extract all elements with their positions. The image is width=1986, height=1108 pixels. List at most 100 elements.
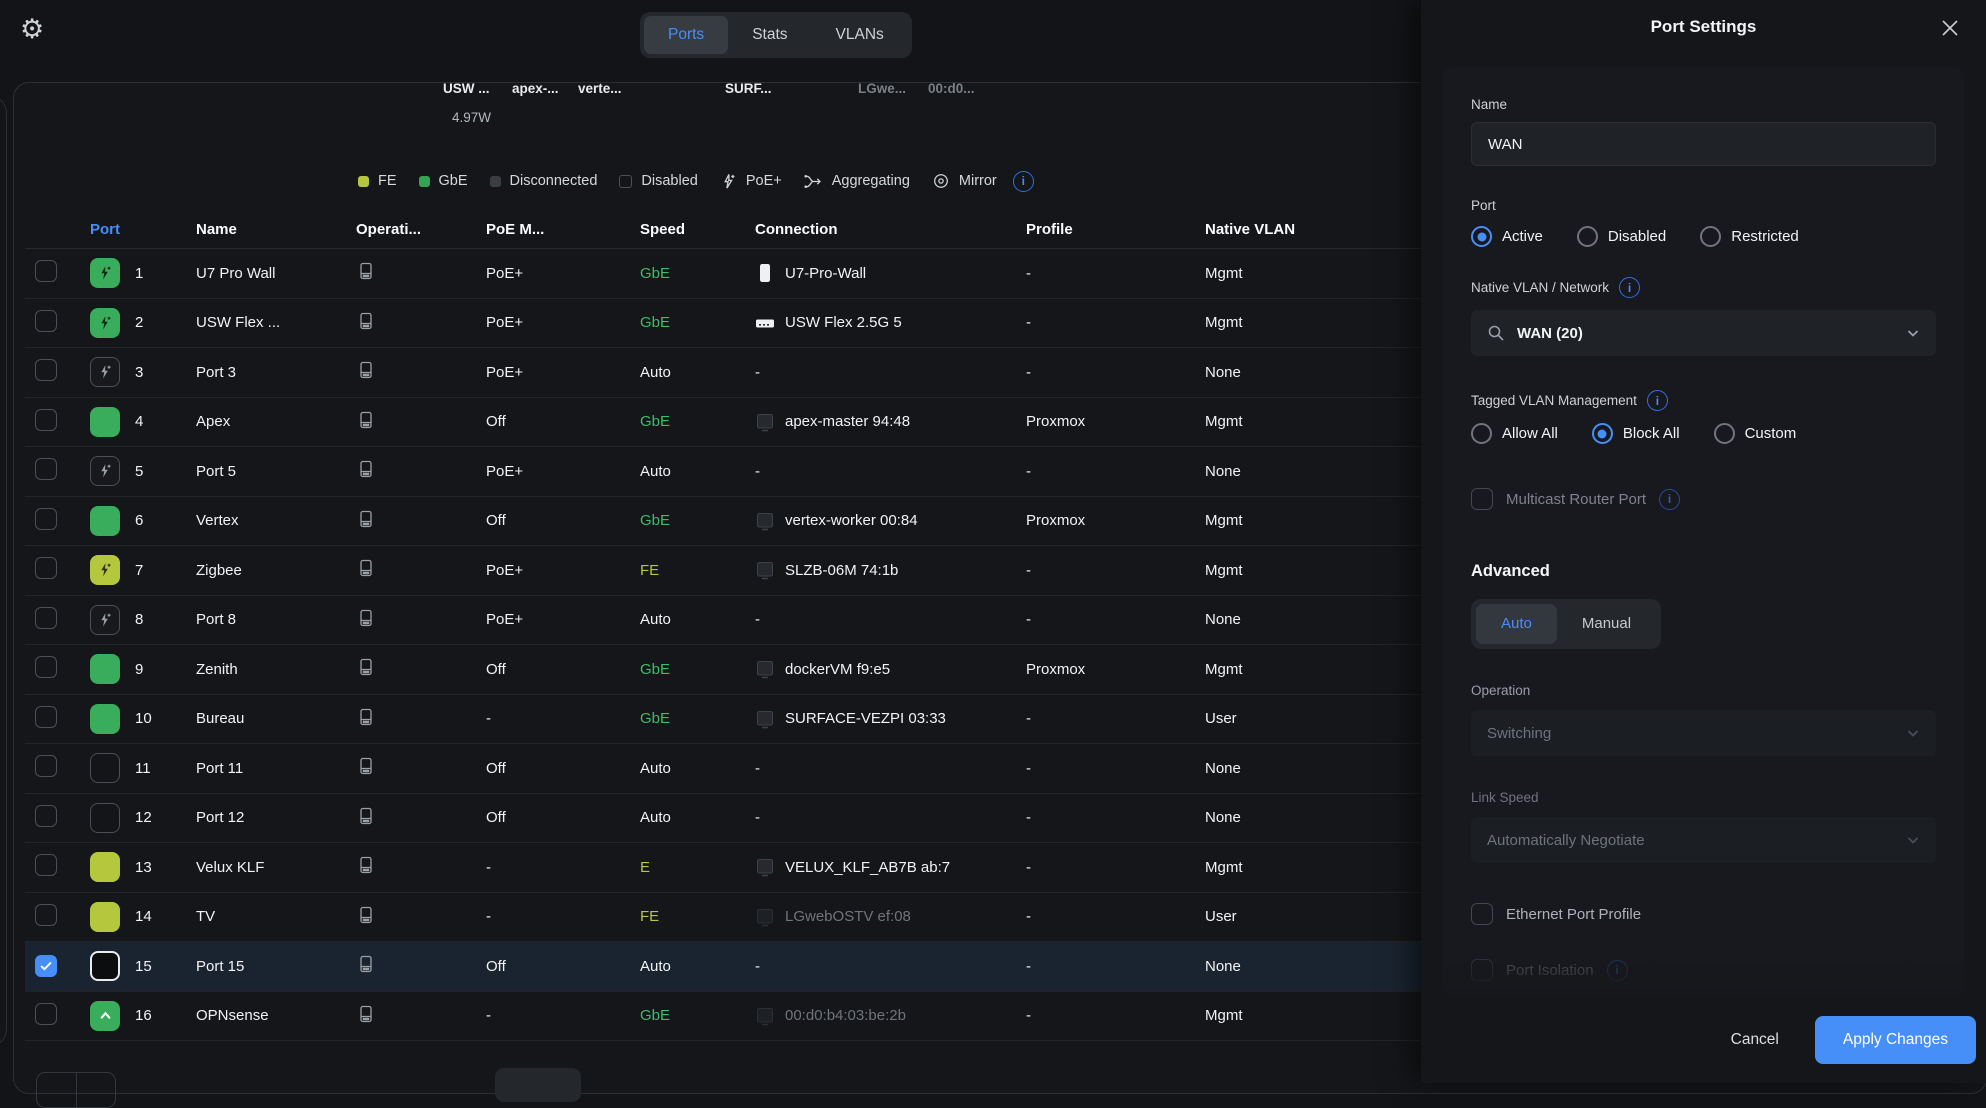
row-checkbox[interactable]: [35, 706, 57, 728]
port-isolation-info-icon[interactable]: i: [1607, 960, 1628, 981]
row-checkbox[interactable]: [35, 1003, 57, 1025]
tagged-vlan-info-icon[interactable]: i: [1647, 390, 1668, 411]
link-speed-select[interactable]: Automatically Negotiate: [1471, 817, 1936, 863]
col-header-poe[interactable]: PoE M...: [476, 221, 630, 238]
native-vlan-select[interactable]: WAN (20): [1471, 310, 1936, 356]
settings-gear-icon[interactable]: ⚙: [20, 14, 44, 45]
close-icon[interactable]: [1938, 16, 1962, 40]
row-checkbox[interactable]: [35, 359, 57, 381]
switching-device-icon: [356, 311, 376, 331]
port-profile: -: [1016, 958, 1195, 975]
row-checkbox[interactable]: [35, 805, 57, 827]
tab-ports[interactable]: Ports: [644, 16, 728, 54]
mode-manual-segment[interactable]: Manual: [1557, 604, 1656, 644]
port-status-icon: [90, 555, 120, 585]
row-checkbox[interactable]: [35, 656, 57, 678]
port-name: Port 11: [186, 760, 346, 777]
row-checkbox[interactable]: [35, 557, 57, 579]
pagination-buttons[interactable]: [36, 1072, 116, 1108]
legend-info-icon[interactable]: i: [1013, 171, 1034, 192]
connected-device-icon: [755, 1006, 775, 1026]
auto-manual-toggle: AutoManual: [1471, 599, 1661, 649]
radio-label: Disabled: [1608, 228, 1666, 245]
poe-mode: PoE+: [476, 611, 630, 628]
connection-cell: -: [745, 463, 1016, 480]
table-row[interactable]: 6 Vertex Off GbE vertex-worker 00:84 Pro…: [25, 497, 1421, 547]
tab-vlans[interactable]: VLANs: [812, 16, 908, 54]
table-row[interactable]: 3 Port 3 PoE+ Auto - - None: [25, 348, 1421, 398]
col-header-operation[interactable]: Operati...: [346, 221, 476, 238]
col-header-native-vlan[interactable]: Native VLAN: [1195, 221, 1421, 238]
col-header-port[interactable]: Port: [78, 221, 186, 238]
port-state-radio-group: Active Disabled Restricted: [1471, 226, 1936, 247]
row-checkbox[interactable]: [35, 260, 57, 282]
col-header-connection[interactable]: Connection: [745, 221, 1016, 238]
port-status-icon: [90, 902, 120, 932]
connection-cell: LGwebOSTV ef:08: [745, 907, 1016, 927]
mode-auto-segment[interactable]: Auto: [1476, 604, 1557, 644]
row-checkbox[interactable]: [35, 607, 57, 629]
row-checkbox[interactable]: [35, 508, 57, 530]
apply-changes-button[interactable]: Apply Changes: [1815, 1016, 1976, 1064]
multicast-checkbox[interactable]: [1471, 488, 1493, 510]
col-header-speed[interactable]: Speed: [630, 221, 745, 238]
table-row[interactable]: 5 Port 5 PoE+ Auto - - None: [25, 447, 1421, 497]
link-speed: GbE: [630, 661, 745, 678]
poe-mode: Off: [476, 809, 630, 826]
port-number: 4: [135, 413, 143, 430]
table-row[interactable]: 15 Port 15 Off Auto - - None: [25, 942, 1421, 992]
native-vlan-value: Mgmt: [1195, 859, 1421, 876]
legend-square-icon: [490, 176, 501, 187]
table-row[interactable]: 11 Port 11 Off Auto - - None: [25, 744, 1421, 794]
ethernet-profile-checkbox[interactable]: [1471, 903, 1493, 925]
table-row[interactable]: 8 Port 8 PoE+ Auto - - None: [25, 596, 1421, 646]
operation-select[interactable]: Switching: [1471, 710, 1936, 756]
table-row[interactable]: 13 Velux KLF - E VELUX_KLF_AB7B ab:7 - M…: [25, 843, 1421, 893]
tagged-vlan-allow-all-radio[interactable]: Allow All: [1471, 423, 1558, 444]
table-row[interactable]: 14 TV - FE LGwebOSTV ef:08 - User: [25, 893, 1421, 943]
port-state-restricted-radio[interactable]: Restricted: [1700, 226, 1799, 247]
port-profile: -: [1016, 710, 1195, 727]
port-status-icon: [90, 654, 120, 684]
pagination-pill[interactable]: [495, 1068, 581, 1102]
table-row[interactable]: 9 Zenith Off GbE dockerVM f9:e5 Proxmox …: [25, 645, 1421, 695]
tab-stats[interactable]: Stats: [728, 16, 811, 54]
row-checkbox[interactable]: [35, 854, 57, 876]
table-row[interactable]: 4 Apex Off GbE apex-master 94:48 Proxmox…: [25, 398, 1421, 448]
tagged-vlan-block-all-radio[interactable]: Block All: [1592, 423, 1680, 444]
native-vlan-info-icon[interactable]: i: [1619, 277, 1640, 298]
poe-mode: PoE+: [476, 463, 630, 480]
radio-label: Block All: [1623, 425, 1680, 442]
table-row[interactable]: 16 OPNsense - GbE 00:d0:b4:03:be:2b - Mg…: [25, 992, 1421, 1042]
view-tabs: PortsStatsVLANs: [640, 12, 912, 58]
col-header-profile[interactable]: Profile: [1016, 221, 1195, 238]
port-profile: Proxmox: [1016, 512, 1195, 529]
row-checkbox[interactable]: [35, 904, 57, 926]
switching-device-icon: [356, 806, 376, 826]
tagged-vlan-custom-radio[interactable]: Custom: [1714, 423, 1797, 444]
col-header-name[interactable]: Name: [186, 221, 346, 238]
row-checkbox[interactable]: [35, 955, 57, 977]
link-speed: Auto: [630, 760, 745, 777]
table-row[interactable]: 7 Zigbee PoE+ FE SLZB-06M 74:1b - Mgmt: [25, 546, 1421, 596]
row-checkbox[interactable]: [35, 409, 57, 431]
row-checkbox[interactable]: [35, 755, 57, 777]
port-name: Port 5: [186, 463, 346, 480]
link-speed: Auto: [630, 463, 745, 480]
cancel-button[interactable]: Cancel: [1731, 1031, 1779, 1049]
table-row[interactable]: 12 Port 12 Off Auto - - None: [25, 794, 1421, 844]
port-state-active-radio[interactable]: Active: [1471, 226, 1543, 247]
table-row[interactable]: 2 USW Flex ... PoE+ GbE USW Flex 2.5G 5 …: [25, 299, 1421, 349]
row-checkbox[interactable]: [35, 310, 57, 332]
port-state-disabled-radio[interactable]: Disabled: [1577, 226, 1666, 247]
name-input[interactable]: [1471, 122, 1936, 166]
multicast-info-icon[interactable]: i: [1659, 489, 1680, 510]
port-name: Bureau: [186, 710, 346, 727]
link-speed: FE: [630, 908, 745, 925]
table-row[interactable]: 1 U7 Pro Wall PoE+ GbE U7-Pro-Wall - Mgm…: [25, 249, 1421, 299]
row-checkbox[interactable]: [35, 458, 57, 480]
port-profile: -: [1016, 1007, 1195, 1024]
table-row[interactable]: 10 Bureau - GbE SURFACE-VEZPI 03:33 - Us…: [25, 695, 1421, 745]
port-isolation-checkbox[interactable]: [1471, 959, 1493, 981]
search-icon: [1487, 324, 1505, 342]
